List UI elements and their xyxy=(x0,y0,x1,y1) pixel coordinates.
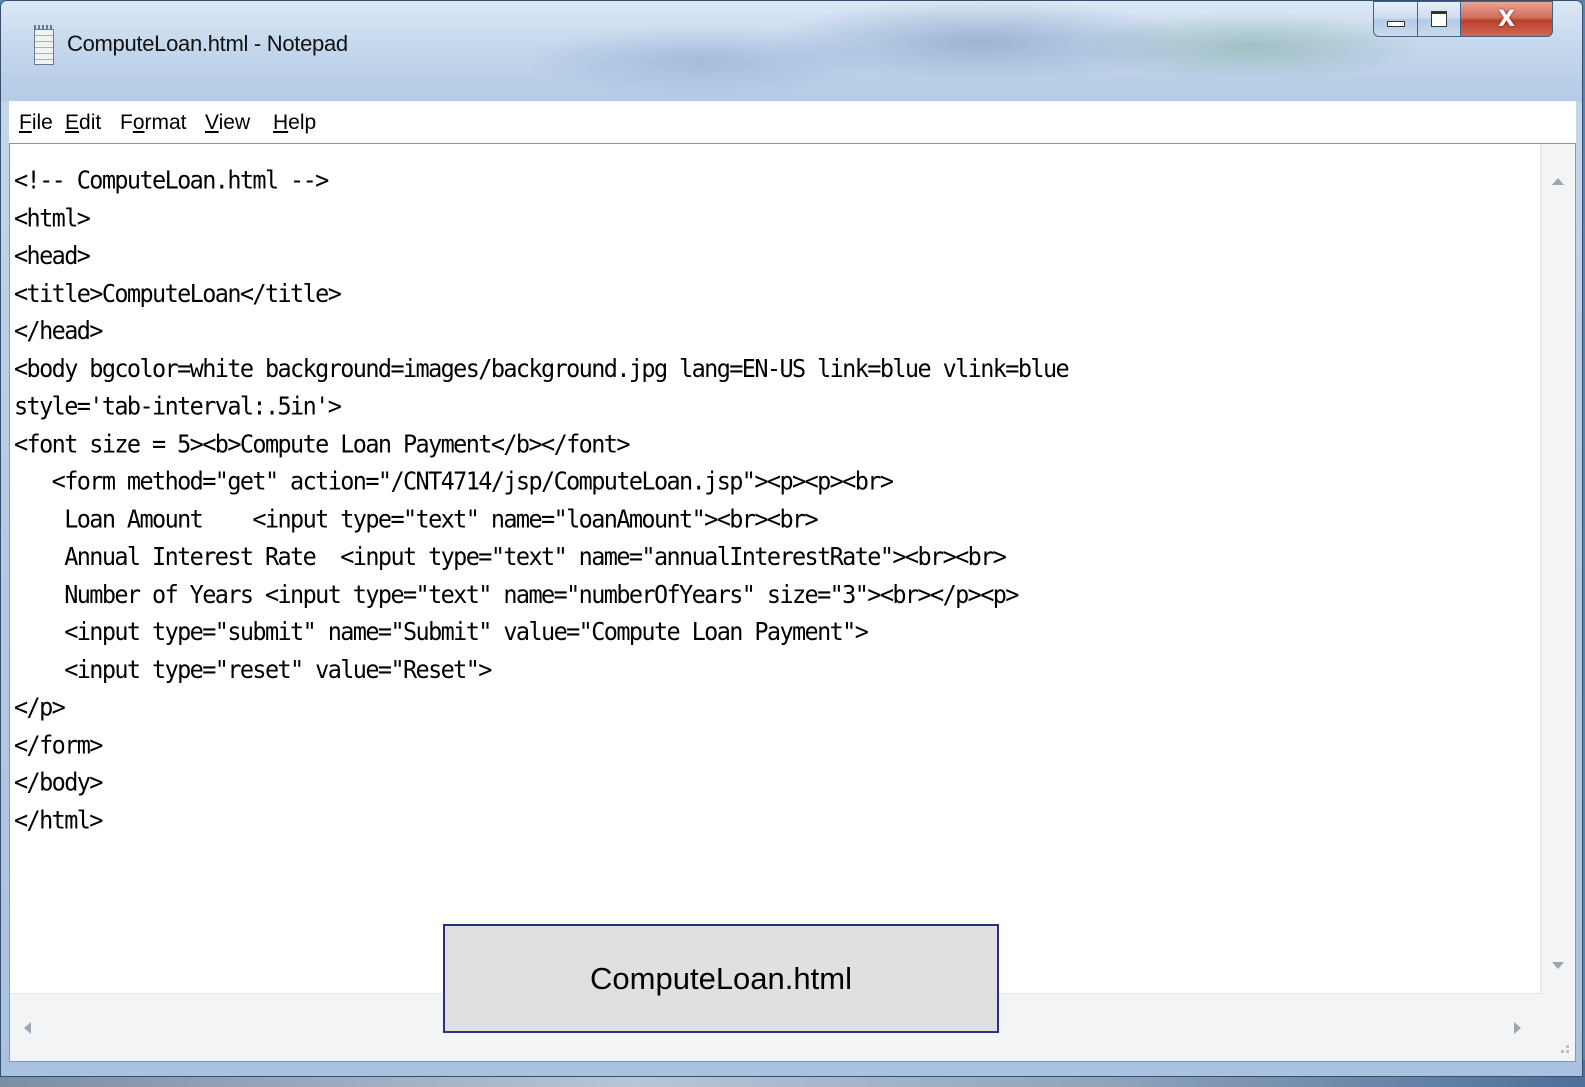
menu-file[interactable]: File xyxy=(19,111,53,135)
close-icon: X xyxy=(1498,6,1515,32)
code-line[interactable]: style='tab-interval:.5in'> xyxy=(14,388,1068,426)
code-line[interactable]: </head> xyxy=(14,313,1068,351)
window-controls: X xyxy=(1373,1,1553,43)
caption-box: ComputeLoan.html xyxy=(443,924,999,1033)
window-title: ComputeLoan.html - Notepad xyxy=(67,31,348,56)
code-line[interactable]: <html> xyxy=(14,200,1068,238)
scroll-left-icon[interactable] xyxy=(24,1022,31,1034)
resize-grip-icon[interactable] xyxy=(1541,994,1575,1061)
notepad-icon[interactable] xyxy=(34,25,54,65)
code-line[interactable]: <!-- ComputeLoan.html --> xyxy=(14,162,1068,200)
minimize-icon xyxy=(1386,21,1405,27)
code-line[interactable]: <form method="get" action="/CNT4714/jsp/… xyxy=(14,463,1068,501)
maximize-button[interactable] xyxy=(1418,1,1461,37)
code-line[interactable]: </p> xyxy=(14,689,1068,727)
code-line[interactable]: Number of Years <input type="text" name=… xyxy=(14,576,1068,614)
maximize-icon xyxy=(1431,11,1447,27)
code-line[interactable]: </html> xyxy=(14,802,1068,840)
code-line[interactable]: Loan Amount <input type="text" name="loa… xyxy=(14,501,1068,539)
notepad-window: ComputeLoan.html - Notepad X File Edit F… xyxy=(0,0,1583,1077)
code-line[interactable]: <head> xyxy=(14,237,1068,275)
menu-bar: File Edit Format View Help xyxy=(9,101,1576,144)
scroll-down-icon[interactable] xyxy=(1552,962,1564,969)
code-line[interactable]: Annual Interest Rate <input type="text" … xyxy=(14,538,1068,576)
code-line[interactable]: </body> xyxy=(14,764,1068,802)
scroll-up-icon[interactable] xyxy=(1552,178,1564,185)
scroll-right-icon[interactable] xyxy=(1514,1022,1521,1034)
title-bar[interactable]: ComputeLoan.html - Notepad X xyxy=(1,1,1582,101)
menu-help[interactable]: Help xyxy=(273,111,316,135)
caption-label: ComputeLoan.html xyxy=(590,960,852,996)
close-button[interactable]: X xyxy=(1461,1,1553,37)
minimize-button[interactable] xyxy=(1373,1,1418,37)
code-line[interactable]: </form> xyxy=(14,726,1068,764)
code-line[interactable]: <body bgcolor=white background=images/ba… xyxy=(14,350,1070,388)
menu-format[interactable]: Format xyxy=(120,111,187,135)
menu-view[interactable]: View xyxy=(205,111,250,135)
code-line[interactable]: <input type="reset" value="Reset"> xyxy=(14,651,1068,689)
vertical-scrollbar[interactable] xyxy=(1540,144,1575,994)
editor-text[interactable]: <!-- ComputeLoan.html --> <html> <head> <ti… xyxy=(14,162,1070,840)
code-line[interactable]: <title>ComputeLoan</title> xyxy=(14,275,1068,313)
menu-edit[interactable]: Edit xyxy=(65,111,101,135)
code-line[interactable]: <font size = 5><b>Compute Loan Payment</… xyxy=(14,425,1068,463)
code-line[interactable]: <input type="submit" name="Submit" value… xyxy=(14,614,1068,652)
